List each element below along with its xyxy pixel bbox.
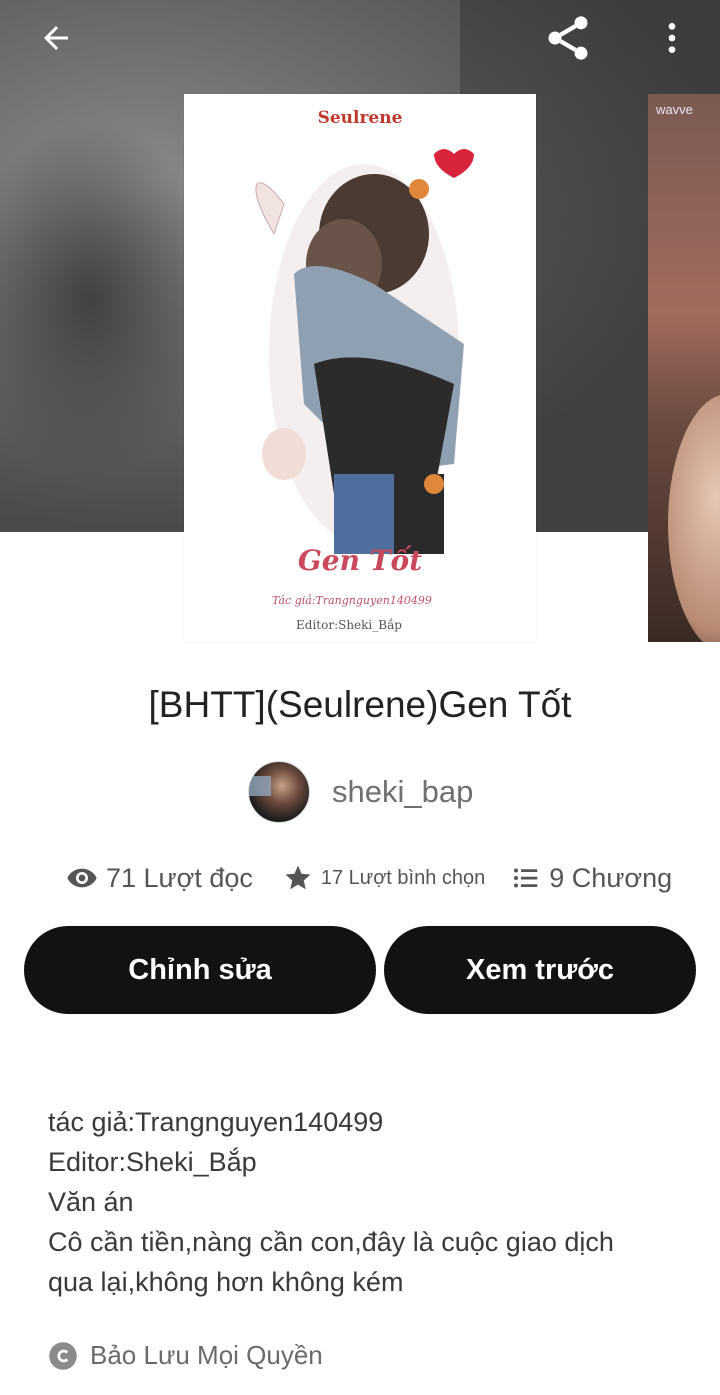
cover-illustration: [255, 149, 474, 554]
reads-stat: 71 Lượt đọc: [66, 862, 253, 894]
copyright-icon: [49, 1341, 77, 1370]
author-name[interactable]: sheki_bap: [332, 774, 473, 810]
preview-button[interactable]: Xem trước: [384, 926, 696, 1014]
description-line: Văn án: [48, 1187, 134, 1217]
votes-stat: 17 Lượt bình chọn: [283, 863, 485, 893]
story-stats: 71 Lượt đọc 17 Lượt bình chọn 9 Chương: [66, 852, 672, 904]
description-line: Editor:Sheki_Bắp: [48, 1147, 257, 1177]
copyright-notice: Bảo Lưu Mọi Quyền: [48, 1340, 323, 1371]
story-cover[interactable]: Seulrene Gen Tốt Tác giả:Trangnguyen1404…: [184, 94, 536, 642]
parts-stat: 9 Chương: [511, 863, 672, 894]
cover-title: Gen Tốt: [297, 544, 423, 577]
reads-count: 71 Lượt đọc: [106, 862, 253, 893]
story-title: [BHTT](Seulrene)Gen Tốt: [148, 684, 572, 725]
cover-editor-line: Editor:Sheki_Bắp: [296, 618, 402, 632]
list-icon: [514, 868, 538, 888]
story-description: tác giả:Trangnguyen140499 Editor:Sheki_B…: [48, 1102, 688, 1302]
back-arrow-icon: [44, 26, 68, 50]
peek-cover-image: [668, 394, 720, 642]
votes-count: 17 Lượt bình chọn: [320, 866, 486, 889]
back-button[interactable]: [28, 10, 84, 66]
description-line: qua lại,không hơn không kém: [48, 1267, 404, 1297]
eye-icon: [67, 868, 97, 888]
cover-author-line: Tác giả:Trangnguyen140499: [272, 594, 432, 607]
author-link[interactable]: sheki_bap: [248, 761, 473, 823]
cover-brand: Seulrene: [317, 108, 403, 128]
star-icon: [285, 865, 311, 890]
copyright-text: Bảo Lưu Mọi Quyền: [90, 1340, 323, 1370]
more-vertical-icon: [668, 23, 676, 53]
description-line: tác giả:Trangnguyen140499: [48, 1107, 384, 1137]
edit-button[interactable]: Chỉnh sửa: [24, 926, 376, 1014]
share-icon: [548, 16, 588, 60]
peek-cover-label: wavve: [656, 102, 693, 117]
next-cover-peek[interactable]: wavve: [648, 94, 720, 642]
parts-count: 9 Chương: [549, 862, 673, 893]
author-avatar[interactable]: [248, 761, 310, 823]
description-line: Cô cần tiền,nàng cần con,đây là cuộc gia…: [48, 1227, 614, 1257]
share-button[interactable]: [540, 10, 596, 66]
top-bar: [0, 0, 720, 80]
more-options-button[interactable]: [644, 10, 700, 66]
